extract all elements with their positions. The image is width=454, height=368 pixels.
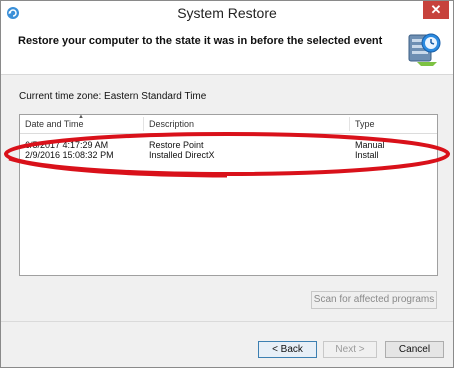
column-header-date[interactable]: Date and Time bbox=[25, 119, 84, 129]
system-restore-window: System Restore ✕ Restore your computer t… bbox=[0, 0, 454, 368]
row-type: Install bbox=[355, 150, 379, 160]
timezone-label: Current time zone: Eastern Standard Time bbox=[19, 91, 207, 102]
system-restore-icon bbox=[408, 33, 441, 66]
row-description: Installed DirectX bbox=[149, 150, 215, 160]
cancel-button[interactable]: Cancel bbox=[385, 341, 444, 358]
back-button[interactable]: < Back bbox=[258, 341, 317, 358]
row-date: 2/9/2016 15:08:32 PM bbox=[25, 150, 114, 160]
restore-point-list[interactable]: ▲ Date and Time Description Type 6/5/201… bbox=[19, 114, 438, 276]
footer-divider bbox=[1, 321, 453, 322]
column-divider[interactable] bbox=[349, 117, 350, 131]
wizard-header: Restore your computer to the state it wa… bbox=[1, 26, 453, 75]
column-header-description[interactable]: Description bbox=[149, 119, 194, 129]
header-instruction: Restore your computer to the state it wa… bbox=[18, 35, 383, 47]
row-description: Restore Point bbox=[149, 140, 204, 150]
close-button[interactable]: ✕ bbox=[423, 1, 449, 19]
row-date: 6/5/2017 4:17:29 AM bbox=[25, 140, 109, 150]
row-type: Manual bbox=[355, 140, 385, 150]
next-button[interactable]: Next > bbox=[323, 341, 377, 358]
window-title: System Restore bbox=[177, 5, 277, 21]
table-row[interactable]: 2/9/2016 15:08:32 PM Installed DirectX I… bbox=[20, 150, 437, 166]
column-header-type[interactable]: Type bbox=[355, 119, 375, 129]
close-icon: ✕ bbox=[430, 2, 442, 17]
scan-affected-programs-button[interactable]: Scan for affected programs bbox=[311, 291, 437, 309]
title-bar: System Restore ✕ bbox=[1, 1, 453, 26]
column-divider[interactable] bbox=[143, 117, 144, 131]
list-header: ▲ Date and Time Description Type bbox=[20, 114, 437, 134]
